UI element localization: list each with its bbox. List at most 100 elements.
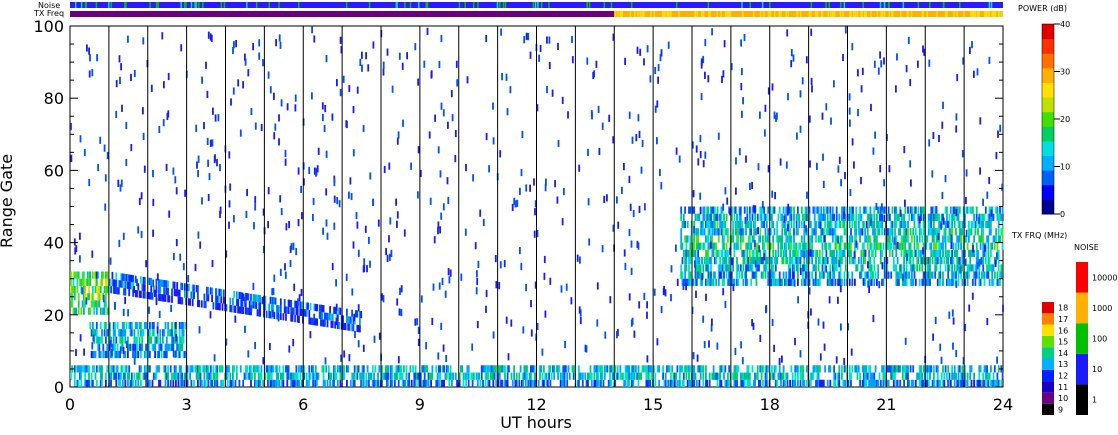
echo-cell <box>133 329 136 337</box>
scatter-cell <box>716 342 719 350</box>
echo-cell <box>887 379 890 387</box>
y-tick-label: 0 <box>54 378 64 397</box>
echo-cell <box>907 228 909 236</box>
echo-cell <box>1001 372 1004 380</box>
scatter-cell <box>838 156 841 164</box>
noise-fleck <box>409 2 412 8</box>
echo-cell <box>975 213 978 221</box>
echo-cell <box>983 213 986 221</box>
echo-cell <box>939 271 942 279</box>
echo-cell <box>445 372 448 380</box>
echo-cell <box>454 372 457 380</box>
txfreq-fleck <box>799 11 802 17</box>
scatter-cell <box>763 253 766 261</box>
echo-cell <box>797 365 799 373</box>
txfreq-fleck <box>752 11 755 17</box>
echo-cell <box>949 379 952 387</box>
echo-cell <box>825 249 828 257</box>
scatter-cell <box>851 138 854 146</box>
scatter-cell <box>932 333 934 341</box>
echo-cell <box>750 278 753 286</box>
scatter-cell <box>175 187 178 195</box>
scatter-cell <box>592 71 595 79</box>
echo-cell <box>977 228 979 236</box>
scatter-cell <box>352 149 355 157</box>
scatter-cell <box>297 219 300 227</box>
echo-cell <box>546 379 549 387</box>
echo-cell <box>637 379 640 387</box>
echo-cell <box>936 365 939 373</box>
echo-cell <box>298 379 300 387</box>
scatter-cell <box>879 165 882 173</box>
scatter-cell <box>353 313 356 321</box>
echo-cell <box>624 379 627 387</box>
echo-cell <box>848 220 851 229</box>
echo-cell <box>736 379 738 387</box>
echo-cell <box>916 264 918 272</box>
echo-cell <box>822 206 825 214</box>
echo-cell <box>137 350 140 359</box>
echo-cell <box>894 228 896 236</box>
scatter-cell <box>158 310 161 318</box>
scatter-cell <box>239 129 242 137</box>
scatter-cell <box>808 115 811 123</box>
echo-cell <box>1001 242 1004 250</box>
scatter-cell <box>588 238 591 246</box>
echo-cell <box>637 365 640 373</box>
echo-cell <box>725 257 728 265</box>
scatter-cell <box>437 146 440 154</box>
echo-cell <box>743 379 746 387</box>
scatter-cell <box>624 262 627 270</box>
scatter-cell <box>95 271 98 279</box>
echo-cell <box>115 279 118 287</box>
echo-cell <box>905 264 908 272</box>
scatter-cell <box>609 296 612 304</box>
scatter-cell <box>529 51 532 59</box>
echo-cell <box>776 257 778 265</box>
scatter-cell <box>261 297 264 305</box>
echo-cell <box>824 220 826 229</box>
power-tick-label: 40 <box>1060 20 1070 29</box>
noise-fleck <box>202 2 204 8</box>
scatter-cell <box>142 132 145 140</box>
echo-cell <box>869 206 872 214</box>
echo-cell <box>929 278 931 286</box>
echo-cell <box>781 235 784 243</box>
scatter-cell <box>941 121 944 129</box>
echo-cell <box>664 379 667 387</box>
echo-cell <box>568 372 571 380</box>
echo-cell <box>92 322 94 330</box>
echo-cell <box>679 379 681 387</box>
scatter-cell <box>280 99 283 107</box>
echo-cell <box>742 235 745 243</box>
echo-cell <box>914 379 917 387</box>
echo-cell <box>200 379 203 387</box>
echo-cell <box>745 271 747 279</box>
echo-cell <box>443 365 445 373</box>
txfreq-fleck <box>984 11 986 17</box>
echo-cell <box>793 206 795 214</box>
echo-cell <box>855 213 858 221</box>
echo-cell <box>339 307 342 315</box>
echo-cell <box>165 350 168 359</box>
scatter-cell <box>872 315 875 323</box>
noise-fleck <box>464 2 466 8</box>
echo-cell <box>966 379 969 387</box>
noise-fleck <box>879 2 882 8</box>
echo-cell <box>944 365 947 373</box>
echo-cell <box>680 228 683 236</box>
noise-fleck <box>504 2 507 8</box>
echo-cell <box>106 343 109 351</box>
echo-cell <box>876 278 878 286</box>
echo-cell <box>899 365 902 373</box>
echo-cell <box>142 329 145 337</box>
scatter-cell <box>206 90 209 98</box>
echo-cell <box>404 379 407 387</box>
echo-cell <box>682 379 685 387</box>
echo-cell <box>762 365 764 373</box>
echo-cell <box>835 242 838 250</box>
echo-cell <box>94 350 97 359</box>
echo-cell <box>755 271 758 279</box>
echo-cell <box>215 288 217 296</box>
echo-cell <box>371 365 374 373</box>
